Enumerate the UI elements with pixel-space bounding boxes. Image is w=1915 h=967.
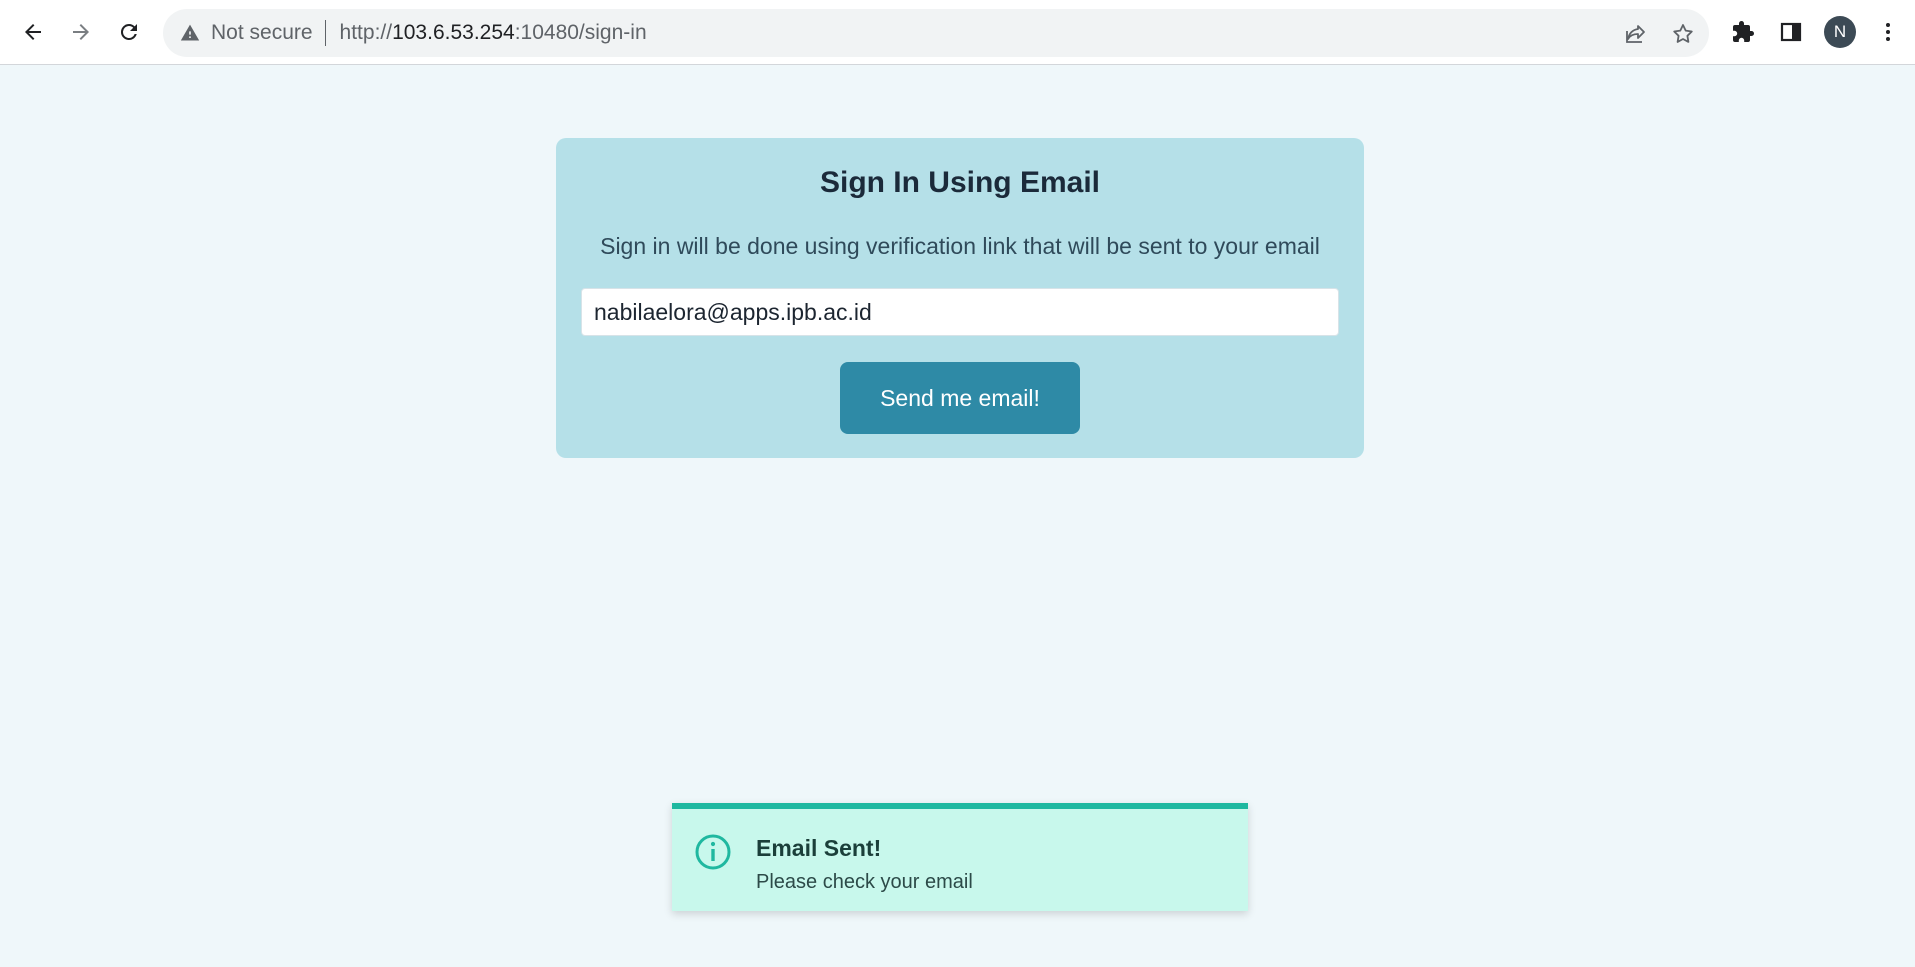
reload-button[interactable]	[111, 14, 147, 50]
puzzle-icon[interactable]	[1728, 17, 1758, 47]
address-bar[interactable]: Not secure http://103.6.53.254:10480/sig…	[163, 9, 1709, 57]
url-path: :10480/sign-in	[514, 21, 647, 44]
share-icon[interactable]	[1623, 21, 1649, 47]
security-label[interactable]: Not secure	[211, 21, 313, 45]
toast-title: Email Sent!	[756, 835, 882, 861]
star-icon[interactable]	[1670, 21, 1696, 47]
toast-message: Please check your email	[756, 871, 973, 893]
info-circle-icon	[695, 834, 731, 870]
toast-notification: Email Sent! Please check your email	[672, 803, 1248, 911]
back-button[interactable]	[15, 14, 51, 50]
email-field[interactable]	[581, 288, 1339, 336]
browser-toolbar: Not secure http://103.6.53.254:10480/sig…	[0, 0, 1915, 65]
forward-button[interactable]	[63, 14, 99, 50]
signin-card: Sign In Using Email Sign in will be done…	[556, 138, 1364, 458]
url-host: 103.6.53.254	[392, 21, 515, 44]
send-email-button[interactable]: Send me email!	[840, 362, 1080, 434]
forward-arrow-icon	[73, 24, 89, 40]
kebab-menu-icon[interactable]	[1873, 17, 1903, 47]
url-text[interactable]: http://103.6.53.254:10480/sign-in	[340, 21, 647, 45]
reload-icon	[120, 23, 137, 40]
profile-avatar[interactable]: N	[1824, 16, 1856, 48]
back-arrow-icon	[25, 24, 41, 40]
side-panel-icon[interactable]	[1776, 17, 1806, 47]
url-scheme: http://	[339, 21, 393, 44]
signin-description: Sign in will be done using verification …	[600, 233, 1320, 259]
warning-triangle-icon[interactable]	[179, 22, 201, 44]
page-title: Sign In Using Email	[819, 166, 1101, 199]
omnibox-separator	[324, 20, 326, 46]
